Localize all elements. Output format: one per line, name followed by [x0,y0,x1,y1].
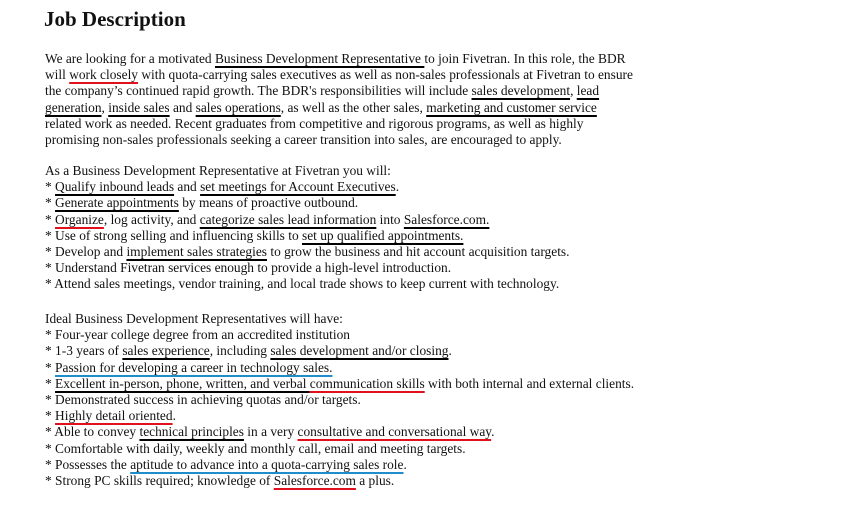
text-segment: As a Business Development Representative… [45,163,391,178]
text-line: will work closely with quota-carrying sa… [45,67,633,83]
text-segment: into [376,211,404,227]
text-line: * Organize, log activity, and categorize… [45,212,569,228]
blue-underlined-phrase: Passion for developing a career in techn… [55,359,333,375]
text-segment: to grow the business and hit account acq… [267,243,570,259]
text-line: * Excellent in-person, phone, written, a… [45,376,634,392]
red-underlined-phrase: work closely [69,67,138,83]
intro-paragraph: We are looking for a motivated Business … [45,51,633,148]
text-line: * Use of strong selling and influencing … [45,228,569,244]
black-underlined-phrase: technical principles [139,424,244,440]
black-underlined-phrase: Generate appointments [55,195,179,211]
black-underlined-phrase: categorize sales lead information [199,211,377,227]
text-segment: * [45,408,56,424]
black-underlined-phrase: Salesforce.com. [403,211,490,227]
text-line: * Strong PC skills required; knowledge o… [45,473,634,489]
text-segment: . [491,424,495,440]
red-underlined-phrase: communication skills [309,375,425,391]
black-underlined-phrase: implement sales strategies [126,243,267,259]
text-line: * Passion for developing a career in tec… [45,360,634,376]
red-underlined-phrase: consultative and conversational way [297,424,492,440]
red-underlined-phrase: Salesforce.com [273,472,356,488]
text-segment: * [45,195,56,211]
text-line: * Generate appointments by means of proa… [45,195,569,211]
text-line: * Possesses the aptitude to advance into… [45,457,634,473]
text-segment: * [45,179,56,195]
black-underlined-phrase: Business Development Representative [214,51,425,66]
black-underlined-phrase: generation [45,99,102,115]
text-line: We are looking for a motivated Business … [45,51,633,67]
text-segment: * Demonstrated success in achieving quot… [45,391,361,407]
text-segment: . [395,179,400,195]
text-segment: to join Fivetran. In this role, the BDR [424,51,626,66]
text-segment: . [172,408,176,424]
text-line: * Attend sales meetings, vendor training… [45,276,569,292]
text-segment: related work as needed. Recent graduates… [45,115,584,131]
black-underlined-phrase: set meetings for Account Executives [200,179,396,195]
text-line: * Understand Fivetran services enough to… [45,260,569,276]
text-line: * Develop and implement sales strategies… [45,244,569,260]
text-segment: . [403,456,407,472]
text-segment: a plus. [355,472,395,488]
text-segment: * Use of strong selling and influencing … [45,227,302,243]
text-line: * Four-year college degree from an accre… [45,327,634,343]
blue-underlined-phrase: aptitude to advance into a quota-carryin… [130,456,404,472]
qualifications-list: Ideal Business Development Representativ… [45,311,634,489]
text-line: promising non-sales professionals seekin… [45,132,633,148]
text-segment: * [45,375,56,391]
black-underlined-phrase: Excellent in-person, phone, written, and… [55,375,310,391]
text-line: related work as needed. Recent graduates… [45,116,633,132]
black-underlined-phrase: inside sales [108,99,170,115]
text-segment: by means of proactive outbound. [178,195,359,211]
text-segment: with quota-carrying sales executives as … [138,67,633,83]
red-underlined-phrase: Highly detail oriented [55,408,173,424]
text-line: As a Business Development Representative… [45,163,569,179]
text-segment: * Understand Fivetran services enough to… [45,260,452,276]
text-segment: * Four-year college degree from an accre… [45,327,350,343]
text-segment: . [448,343,452,359]
text-segment: * Possesses the [45,456,131,472]
text-line: * Demonstrated success in achieving quot… [45,392,634,408]
text-segment: with both internal and external clients. [424,375,635,391]
black-underlined-phrase: sales development [471,83,571,99]
text-segment: * [45,359,56,375]
text-line: * 1-3 years of sales experience, includi… [45,343,634,359]
text-segment: , log activity, and [103,211,200,227]
black-underlined-phrase: set up qualified appointments. [302,227,464,243]
text-segment: , [570,83,577,99]
text-segment: , as well as the other sales, [280,99,427,115]
text-segment: We are looking for a motivated [45,51,215,66]
text-line: * Comfortable with daily, weekly and mon… [45,441,634,457]
text-line: Ideal Business Development Representativ… [45,311,634,327]
text-segment: the company’s continued rapid growth. Th… [45,83,472,99]
page-title: Job Description [44,7,186,31]
text-line: generation, inside sales and sales opera… [45,100,633,116]
text-segment: promising non-sales professionals seekin… [45,131,562,147]
red-underlined-phrase: Organize [55,211,104,227]
responsibilities-list: As a Business Development Representative… [45,163,569,293]
text-segment: * Able to convey [45,424,140,440]
text-line: * Highly detail oriented. [45,408,634,424]
black-underlined-phrase: sales development and/or closing [270,343,449,359]
text-line: * Qualify inbound leads and set meetings… [45,179,569,195]
text-segment: and [169,99,196,115]
text-segment: * [45,211,56,227]
text-segment: * Attend sales meetings, vendor training… [45,276,560,292]
text-segment: in a very [243,424,298,440]
text-segment: * Strong PC skills required; knowledge o… [45,472,274,488]
text-segment: and [174,179,201,195]
black-underlined-phrase: sales operations [195,99,281,115]
text-segment: * 1-3 years of [45,343,123,359]
text-segment: * Develop and [45,243,127,259]
black-underlined-phrase: marketing and customer service [426,99,597,115]
text-segment: * Comfortable with daily, weekly and mon… [45,440,466,456]
text-segment: Ideal Business Development Representativ… [45,311,343,326]
text-line: * Able to convey technical principles in… [45,424,634,440]
text-segment: , including [209,343,271,359]
black-underlined-phrase: lead [576,83,600,99]
black-underlined-phrase: Qualify inbound leads [55,179,175,195]
black-underlined-phrase: sales experience [122,343,210,359]
text-segment: will [45,67,70,83]
text-line: the company’s continued rapid growth. Th… [45,83,633,99]
document-page: Job Description We are looking for a mot… [0,0,850,505]
